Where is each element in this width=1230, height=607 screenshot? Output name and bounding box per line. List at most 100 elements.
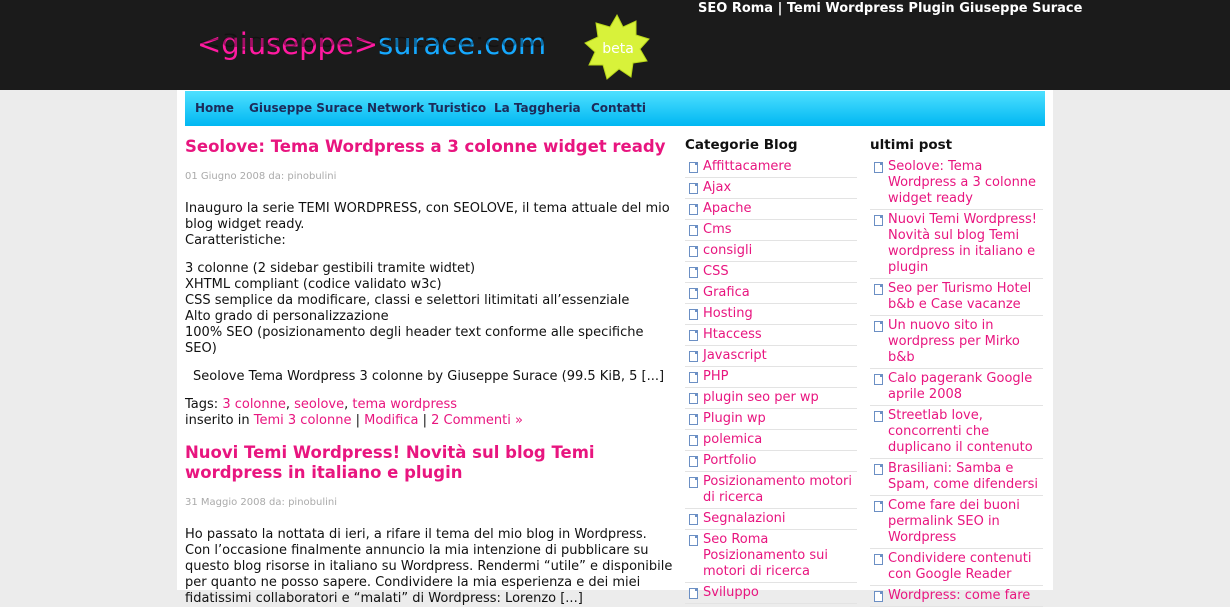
category-item-label: Posizionamento motori di ricerca <box>703 474 853 505</box>
category-item[interactable]: PHP <box>685 367 857 388</box>
beta-badge-icon: beta <box>584 13 650 80</box>
category-item[interactable]: Grafica <box>685 283 857 304</box>
category-item-label: polemica <box>703 432 763 447</box>
recent-post-item-label: Streetlab love, concorrenti che duplican… <box>888 408 1033 455</box>
nav-home[interactable]: Home <box>195 101 234 115</box>
recent-post-item[interactable]: Come fare dei buoni permalink SEO in Wor… <box>870 496 1043 549</box>
category-item[interactable]: Hosting <box>685 304 857 325</box>
document-icon <box>689 288 698 299</box>
nav-contatti[interactable]: Contatti <box>591 101 646 115</box>
post-intro-line: Inauguro la serie TEMI WORDPRESS, con SE… <box>185 201 670 232</box>
recent-post-item[interactable]: Un nuovo sito in wordpress per Mirko b&b <box>870 316 1043 369</box>
category-item[interactable]: Posizionamento motori di ricerca <box>685 472 857 509</box>
main-nav: Home Giuseppe Surace Network Turistico L… <box>185 91 1045 126</box>
category-item-label: plugin seo per wp <box>703 390 819 405</box>
category-item[interactable]: Plugin wp <box>685 409 857 430</box>
categories-list: Affittacamere Ajax Apache Cms consigli CSS Gra… <box>685 157 857 604</box>
sidebar-categories: Categorie Blog Affittacamere Ajax Apache Cm… <box>685 137 857 604</box>
beta-badge-label: beta <box>602 41 634 57</box>
nav-la-taggheria[interactable]: La Taggheria <box>494 101 581 115</box>
recent-post-item[interactable]: Streetlab love, concorrenti che duplican… <box>870 406 1043 459</box>
logo-reflection: <giuseppe>surace.com <box>197 32 547 54</box>
document-icon <box>874 321 883 332</box>
category-item[interactable]: Affittacamere <box>685 157 857 178</box>
category-item[interactable]: Seo Roma Posizionamento sui motori di ri… <box>685 530 857 583</box>
recent-post-item-label: Come fare dei buoni permalink SEO in Wor… <box>888 498 1020 545</box>
document-icon <box>874 464 883 475</box>
site-header: SEO Roma | Temi Wordpress Plugin Giusepp… <box>0 0 1230 90</box>
recent-post-item[interactable]: Brasiliani: Samba e Spam, come difenders… <box>870 459 1043 496</box>
category-item-label: Portfolio <box>703 453 757 468</box>
recent-post-item[interactable]: Calo pagerank Google aprile 2008 <box>870 369 1043 406</box>
post-excerpt: Ho passato la nottata di ieri, a rifare … <box>185 527 675 607</box>
tags-label: Tags: <box>185 397 219 412</box>
recent-post-item[interactable]: Nuovi Temi Wordpress! Novità sul blog Te… <box>870 210 1043 279</box>
main-content: Seolove: Tema Wordpress a 3 colonne widg… <box>185 137 675 607</box>
document-icon <box>689 183 698 194</box>
recent-post-item[interactable]: Condividere contenuti con Google Reader <box>870 549 1043 586</box>
category-item-label: Hosting <box>703 306 753 321</box>
category-link[interactable]: Temi 3 colonne <box>254 413 352 428</box>
header-tagline[interactable]: SEO Roma | Temi Wordpress Plugin Giusepp… <box>698 1 1082 16</box>
document-icon <box>874 501 883 512</box>
post-intro-line: Caratteristiche: <box>185 233 286 248</box>
document-icon <box>874 374 883 385</box>
category-item[interactable]: Htaccess <box>685 325 857 346</box>
comments-link[interactable]: 2 Commenti » <box>431 413 523 428</box>
category-item-label: Seo Roma Posizionamento sui motori di ri… <box>703 532 829 579</box>
post-title[interactable]: Seolove: Tema Wordpress a 3 colonne widg… <box>185 137 675 157</box>
category-item[interactable]: CSS <box>685 262 857 283</box>
document-icon <box>689 535 698 546</box>
document-icon <box>874 215 883 226</box>
recent-post-item[interactable]: Seo per Turismo Hotel b&b e Case vacanze <box>870 279 1043 316</box>
document-icon <box>689 225 698 236</box>
category-item-label: Plugin wp <box>703 411 766 426</box>
category-item-label: CSS <box>703 264 729 279</box>
category-item-label: Sviluppo <box>703 585 759 600</box>
document-icon <box>689 393 698 404</box>
posted-label: inserito in <box>185 413 250 428</box>
category-item[interactable]: polemica <box>685 430 857 451</box>
edit-link[interactable]: Modifica <box>364 413 418 428</box>
document-icon <box>689 267 698 278</box>
category-item[interactable]: Cms <box>685 220 857 241</box>
document-icon <box>689 435 698 446</box>
category-item[interactable]: Sviluppo <box>685 583 857 604</box>
recent-post-item[interactable]: Wordpress: come fare <box>870 586 1043 607</box>
category-item[interactable]: Javascript <box>685 346 857 367</box>
category-item[interactable]: plugin seo per wp <box>685 388 857 409</box>
recent-post-item-label: Calo pagerank Google aprile 2008 <box>888 371 1033 402</box>
recent-post-item-label: Brasiliani: Samba e Spam, come difenders… <box>888 461 1038 492</box>
post-title[interactable]: Nuovi Temi Wordpress! Novità sul blog Te… <box>185 443 675 483</box>
document-icon <box>689 204 698 215</box>
tag-link[interactable]: seolove <box>294 397 344 412</box>
category-item-label: Cms <box>703 222 732 237</box>
category-item[interactable]: Apache <box>685 199 857 220</box>
category-item-label: Ajax <box>703 180 732 195</box>
recent-post-item[interactable]: Seolove: Tema Wordpress a 3 colonne widg… <box>870 157 1043 210</box>
category-item-label: consigli <box>703 243 753 258</box>
category-item[interactable]: Portfolio <box>685 451 857 472</box>
sidebar-recent-posts: ultimi post Seolove: Tema Wordpress a 3 … <box>870 137 1043 607</box>
category-item-label: Affittacamere <box>703 159 792 174</box>
document-icon <box>689 477 698 488</box>
document-icon <box>689 514 698 525</box>
document-icon <box>689 330 698 341</box>
category-item[interactable]: consigli <box>685 241 857 262</box>
nav-giuseppe-surace[interactable]: Giuseppe Surace <box>249 101 363 115</box>
nav-network-turistico[interactable]: Network Turistico <box>367 101 486 115</box>
document-icon <box>874 554 883 565</box>
category-item[interactable]: Segnalazioni <box>685 509 857 530</box>
tag-link[interactable]: tema wordpress <box>352 397 457 412</box>
download-line: Seolove Tema Wordpress 3 colonne by Gius… <box>193 369 665 384</box>
recent-post-item-label: Un nuovo sito in wordpress per Mirko b&b <box>888 318 1020 365</box>
document-icon <box>689 246 698 257</box>
post-footer: inserito in Temi 3 colonne | Modifica | … <box>185 413 523 428</box>
recent-post-item-label: Wordpress: come fare <box>888 588 1031 603</box>
tag-link[interactable]: 3 colonne <box>222 397 286 412</box>
category-item[interactable]: Ajax <box>685 178 857 199</box>
recent-posts-list: Seolove: Tema Wordpress a 3 colonne widg… <box>870 157 1043 607</box>
post-meta: 01 Giugno 2008 da: pinobulini <box>185 171 337 182</box>
document-icon <box>689 309 698 320</box>
post-meta: 31 Maggio 2008 da: pinobulini <box>185 497 338 508</box>
